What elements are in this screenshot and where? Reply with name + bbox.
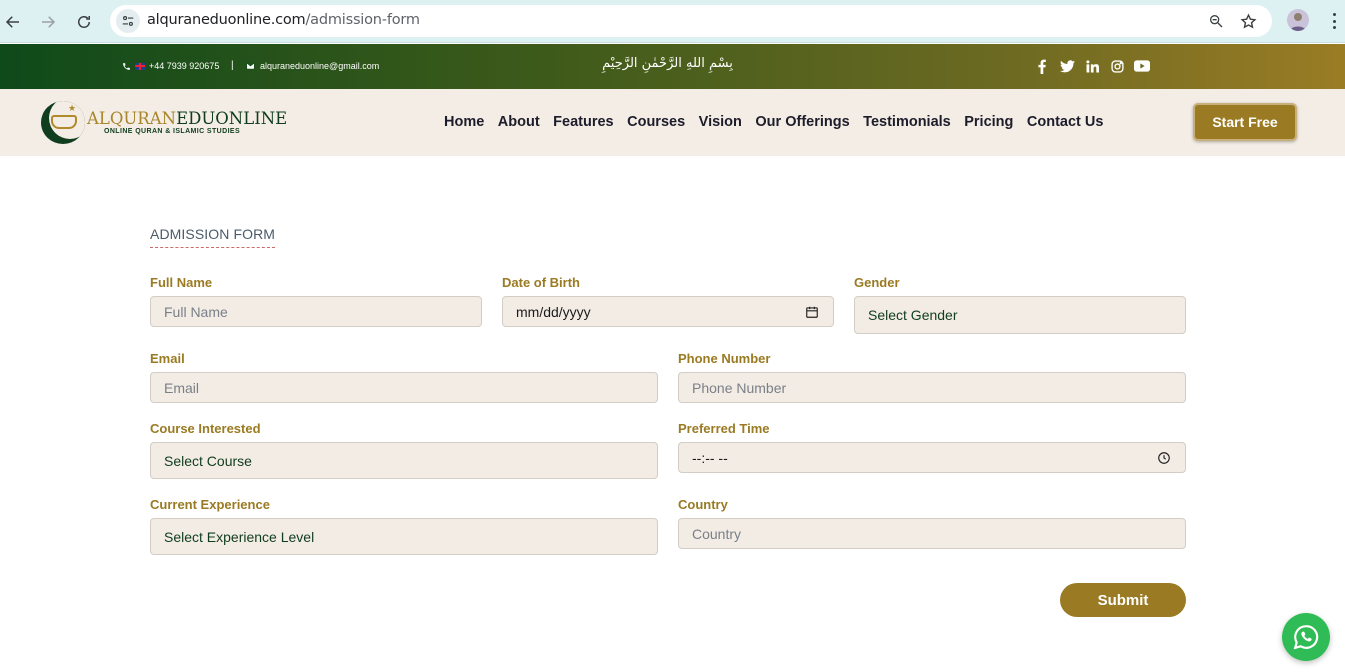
nav-about[interactable]: About xyxy=(498,114,540,130)
whatsapp-button[interactable] xyxy=(1282,613,1330,661)
start-free-button[interactable]: Start Free xyxy=(1193,103,1297,141)
phone-placeholder: Phone Number xyxy=(692,379,787,396)
logo-crescent-book-icon: ★ xyxy=(41,101,85,144)
full-name-label: Full Name xyxy=(150,275,213,290)
site-header: ★ ALQURANEDUONLINE ONLINE QURAN & ISLAMI… xyxy=(0,89,1345,156)
dob-value: mm/dd/yyyy xyxy=(516,303,591,320)
profile-avatar[interactable] xyxy=(1287,9,1309,31)
course-label: Course Interested xyxy=(150,421,261,436)
contact-divider: | xyxy=(231,60,234,71)
top-info-strip: +44 7939 920675 | alquraneduonline@gmail… xyxy=(0,44,1345,89)
mail-icon xyxy=(246,62,255,70)
twitter-icon[interactable] xyxy=(1059,58,1075,74)
social-links xyxy=(1034,58,1150,74)
nav-vision[interactable]: Vision xyxy=(699,114,742,130)
country-placeholder: Country xyxy=(692,525,742,542)
email-text: alquraneduonline@gmail.com xyxy=(260,61,380,71)
logo-title: ALQURANEDUONLINE xyxy=(87,109,288,128)
phone-label: Phone Number xyxy=(678,351,771,366)
clock-icon[interactable] xyxy=(1157,451,1171,465)
full-name-placeholder: Full Name xyxy=(164,303,228,320)
time-value: --:-- -- xyxy=(692,449,728,466)
nav-home[interactable]: Home xyxy=(444,114,484,130)
site-logo[interactable]: ★ ALQURANEDUONLINE ONLINE QURAN & ISLAMI… xyxy=(41,101,287,144)
calendar-icon[interactable] xyxy=(805,305,819,319)
country-label: Country xyxy=(678,497,728,512)
phone-number-text: +44 7939 920675 xyxy=(149,61,220,71)
dob-label: Date of Birth xyxy=(502,275,580,290)
logo-subtitle: ONLINE QURAN & ISLAMIC STUDIES xyxy=(104,128,241,135)
phone-icon xyxy=(123,62,130,70)
contact-email[interactable]: alquraneduonline@gmail.com xyxy=(246,61,379,71)
youtube-icon[interactable] xyxy=(1134,58,1150,74)
preferred-time-label: Preferred Time xyxy=(678,421,770,436)
whatsapp-icon xyxy=(1293,625,1319,650)
form-title: ADMISSION FORM xyxy=(150,226,276,248)
phone-input[interactable]: Phone Number xyxy=(678,372,1186,403)
nav-contact-us[interactable]: Contact Us xyxy=(1027,114,1104,130)
site-info-icon[interactable] xyxy=(116,9,140,33)
facebook-icon[interactable] xyxy=(1034,58,1050,74)
experience-value: Select Experience Level xyxy=(164,528,315,545)
bismillah-text: بِسْمِ اللهِ الرَّحْمٰنِ الرَّحِيْمِ xyxy=(602,56,733,71)
full-name-input[interactable]: Full Name xyxy=(150,296,482,327)
gender-value: Select Gender xyxy=(868,307,958,323)
nav-courses[interactable]: Courses xyxy=(627,114,685,130)
bookmark-star-icon[interactable] xyxy=(1238,11,1258,31)
preferred-time-input[interactable]: --:-- -- xyxy=(678,442,1186,473)
experience-label: Current Experience xyxy=(150,497,270,512)
gender-select[interactable]: Select Gender xyxy=(854,296,1186,334)
nav-our-offerings[interactable]: Our Offerings xyxy=(755,114,849,130)
zoom-icon[interactable] xyxy=(1206,11,1226,31)
gender-label: Gender xyxy=(854,275,900,290)
dob-input[interactable]: mm/dd/yyyy xyxy=(502,296,834,327)
contact-phone[interactable]: +44 7939 920675 xyxy=(122,61,219,71)
experience-select[interactable]: Select Experience Level xyxy=(150,518,658,555)
nav-pricing[interactable]: Pricing xyxy=(964,114,1013,130)
course-select[interactable]: Select Course xyxy=(150,442,658,479)
course-value: Select Course xyxy=(164,452,252,469)
reload-icon[interactable] xyxy=(71,9,97,35)
instagram-icon[interactable] xyxy=(1109,58,1125,74)
email-placeholder: Email xyxy=(164,379,200,396)
email-label: Email xyxy=(150,351,185,366)
back-arrow-icon[interactable] xyxy=(0,9,26,35)
url-text: alquraneduonline.com/admission-form xyxy=(147,12,420,28)
country-input[interactable]: Country xyxy=(678,518,1186,549)
browser-menu-icon[interactable] xyxy=(1325,11,1343,31)
uk-flag-icon xyxy=(135,62,145,70)
nav-features[interactable]: Features xyxy=(553,114,613,130)
linkedin-icon[interactable] xyxy=(1084,58,1100,74)
forward-arrow-icon[interactable] xyxy=(35,9,61,35)
nav-testimonials[interactable]: Testimonials xyxy=(863,114,951,130)
email-input[interactable]: Email xyxy=(150,372,658,403)
browser-toolbar: alquraneduonline.com/admission-form xyxy=(0,0,1345,43)
submit-button[interactable]: Submit xyxy=(1060,583,1186,617)
main-nav: Home About Features Courses Vision Our O… xyxy=(444,114,1117,130)
address-bar[interactable]: alquraneduonline.com/admission-form xyxy=(110,5,1272,37)
